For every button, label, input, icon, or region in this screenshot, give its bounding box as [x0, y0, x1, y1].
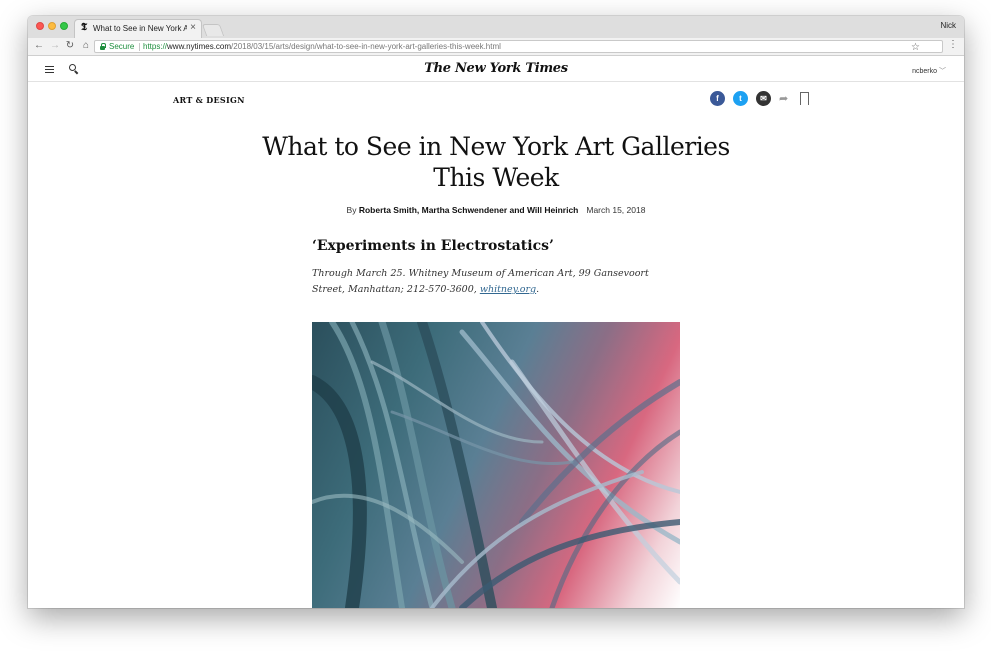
byline-prefix: By [346, 205, 359, 215]
email-share-icon[interactable]: ✉ [756, 91, 771, 106]
url-text: https://www.nytimes.com/2018/03/15/arts/… [143, 42, 501, 51]
save-bookmark-icon[interactable] [800, 92, 809, 106]
address-bar[interactable]: Secure https://www.nytimes.com/2018/03/1… [94, 40, 943, 53]
other-authors: , Martha Schwendener and Will Heinrich [416, 205, 579, 215]
more-share-icon[interactable]: ➦ [779, 92, 788, 105]
nyt-logo[interactable]: The New York Times [386, 61, 606, 76]
exhibition-title: ‘Experiments in Electrostatics’ [312, 238, 554, 254]
new-tab-button[interactable] [201, 24, 225, 36]
publish-date: March 15, 2018 [586, 205, 646, 215]
back-icon[interactable]: ← [32, 39, 46, 53]
url-path: /2018/03/15/arts/design/what-to-see-in-n… [231, 42, 501, 51]
author-link[interactable]: Roberta Smith [359, 205, 417, 215]
zoom-window-button[interactable] [60, 22, 68, 30]
hamburger-menu-icon[interactable] [45, 66, 54, 73]
exhibition-info: Through March 25. Whitney Museum of Amer… [312, 266, 682, 298]
whitney-link[interactable]: whitney.org [480, 284, 536, 295]
minimize-window-button[interactable] [48, 22, 56, 30]
palm-fronds-artwork [312, 322, 680, 608]
forward-icon[interactable]: → [48, 39, 62, 53]
profile-name[interactable]: Nick [940, 21, 956, 30]
browser-window: 𝕿 What to See in New York Art Galleries … [28, 16, 964, 608]
secure-label: Secure [109, 42, 135, 51]
site-header: The New York Times ncberko ﹀ [28, 57, 964, 82]
info-period: . [536, 284, 540, 295]
section-label[interactable]: ART & DESIGN [173, 95, 245, 105]
url-scheme: https:// [143, 42, 168, 51]
reload-icon[interactable]: ↻ [63, 39, 77, 53]
search-icon[interactable] [69, 64, 78, 73]
user-menu[interactable]: ncberko ﹀ [912, 66, 946, 76]
menu-kebab-icon[interactable]: ⋮ [948, 39, 958, 50]
tab-title: What to See in New York Art Galleries Th… [93, 24, 187, 33]
user-name: ncberko [912, 68, 937, 75]
article-headline: What to See in New York Art Galleries Th… [262, 132, 730, 192]
article-image [312, 322, 680, 608]
facebook-share-icon[interactable]: f [710, 91, 725, 106]
tab-close-icon[interactable]: × [190, 22, 196, 33]
browser-tab[interactable]: 𝕿 What to See in New York Art Galleries … [74, 19, 202, 38]
twitter-share-icon[interactable]: t [733, 91, 748, 106]
byline: By Roberta Smith, Martha Schwendener and… [246, 205, 746, 215]
address-separator [139, 43, 140, 51]
nyt-favicon-icon: 𝕿 [81, 22, 88, 33]
browser-toolbar: ← → ↻ ⌂ Secure https://www.nytimes.com/2… [28, 38, 964, 56]
bookmark-star-icon[interactable]: ☆ [911, 42, 920, 53]
url-host: www.nytimes.com [167, 42, 232, 51]
home-icon[interactable]: ⌂ [79, 39, 93, 53]
tab-bar: 𝕿 What to See in New York Art Galleries … [28, 16, 964, 38]
close-window-button[interactable] [36, 22, 44, 30]
lock-icon [100, 43, 106, 50]
chevron-down-icon: ﹀ [939, 68, 946, 75]
